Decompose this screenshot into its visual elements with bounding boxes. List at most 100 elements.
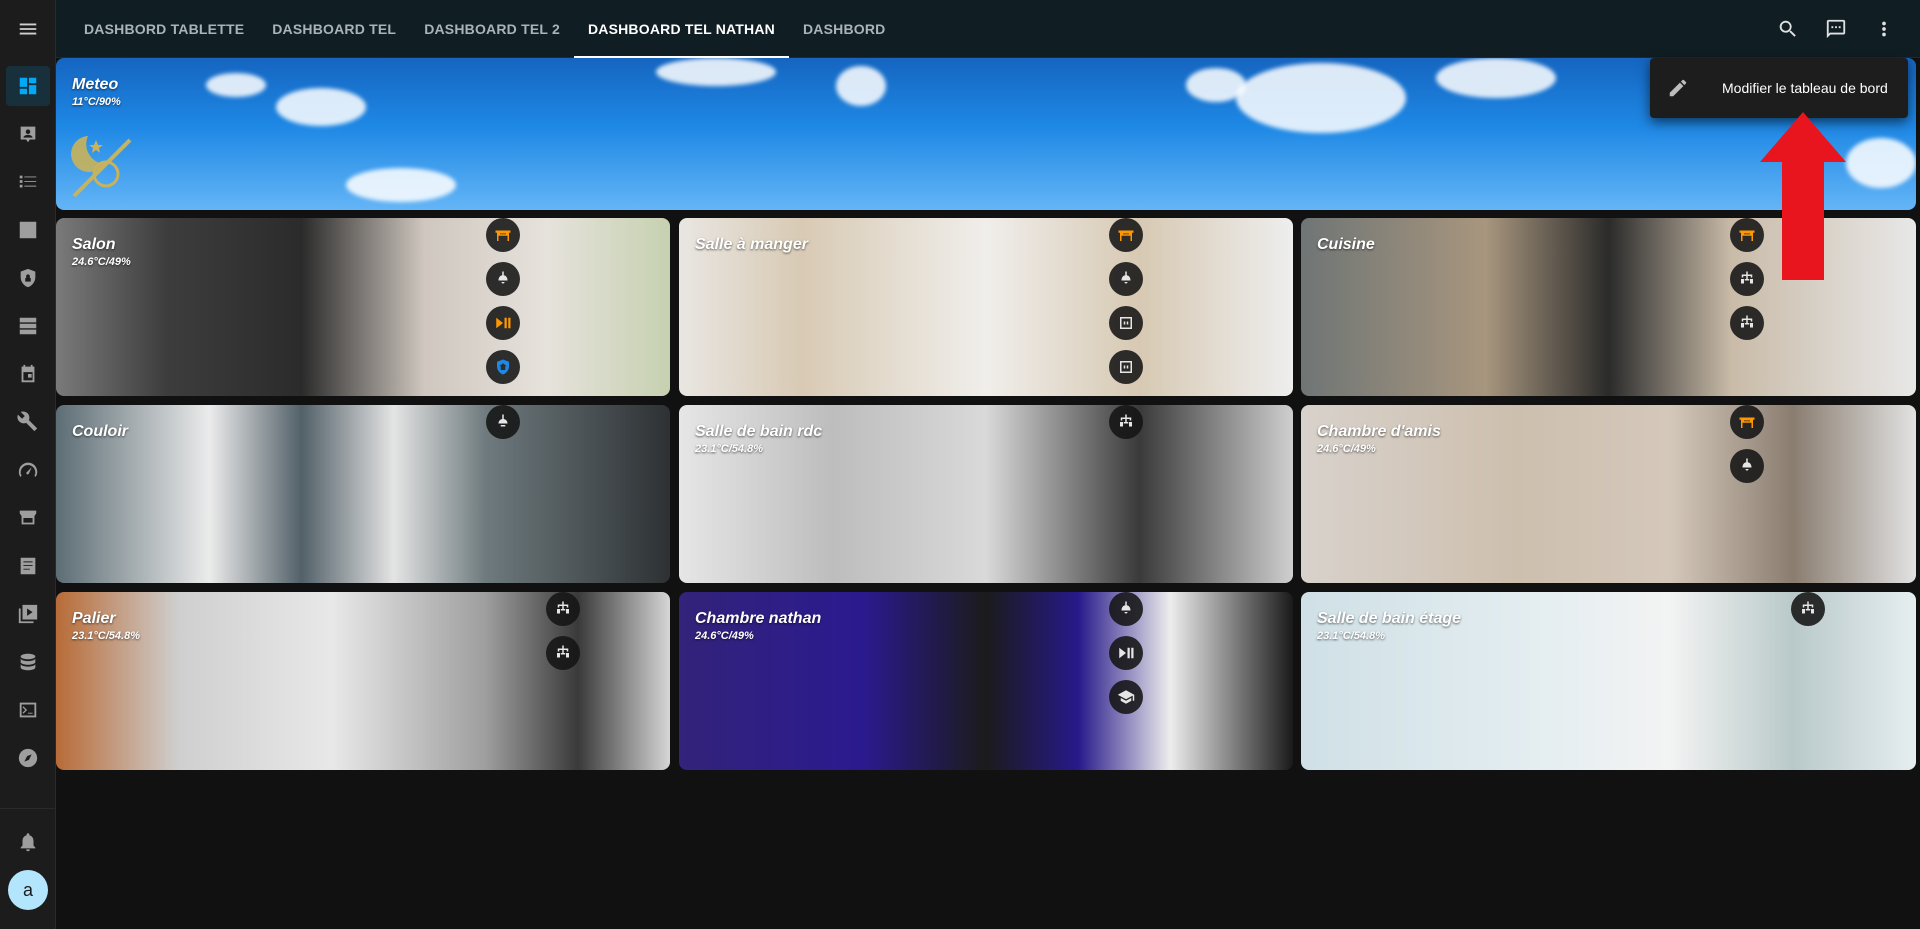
power-socket-icon <box>1120 317 1132 329</box>
chandelier-icon <box>557 601 569 614</box>
gauge-icon <box>18 462 38 477</box>
outlet-button[interactable] <box>1109 306 1143 340</box>
server-icon <box>19 317 37 335</box>
chandelier-icon <box>1741 271 1753 284</box>
tab-dashbord-tablette[interactable]: DASHBORD TABLETTE <box>70 0 258 58</box>
table-lamp-button[interactable] <box>1109 218 1143 252</box>
room-card-salle-de-bain-etage[interactable]: Salle de bain étage 23.1°C/54.8% <box>1301 592 1916 770</box>
room-card-palier[interactable]: Palier 23.1°C/54.8% <box>56 592 670 770</box>
calendar-icon <box>21 364 35 383</box>
history-icon <box>19 221 37 239</box>
edit-dashboard-label[interactable]: Modifier le tableau de bord <box>1706 80 1888 96</box>
ceiling-light-icon <box>1121 271 1131 284</box>
edit-dashboard-item[interactable] <box>1650 77 1706 99</box>
tab-dashboard-tel-2[interactable]: DASHBOARD TEL 2 <box>410 0 574 58</box>
table-lamp-button[interactable] <box>486 218 520 252</box>
media-play-pause-button[interactable] <box>1109 636 1143 670</box>
school-mode-button[interactable] <box>1109 680 1143 714</box>
play-pause-icon <box>1119 647 1134 659</box>
play-pause-icon <box>496 317 511 329</box>
card-title: Salon <box>72 236 116 253</box>
pencil-icon <box>1669 79 1687 97</box>
shield-icon <box>20 268 36 288</box>
chandelier-button[interactable] <box>1791 592 1825 626</box>
table-lamp-button[interactable] <box>1730 405 1764 439</box>
night-partly-cloudy-icon <box>71 136 132 198</box>
card-title: Chambre nathan <box>695 610 822 627</box>
card-title: Cuisine <box>1317 236 1375 253</box>
cloud <box>206 73 266 97</box>
cloud <box>1236 63 1406 133</box>
security-button[interactable] <box>486 350 520 384</box>
search-icon <box>1779 20 1796 37</box>
sidebar-item-developer-tools[interactable] <box>0 398 56 446</box>
card-title: Chambre d'amis <box>1317 423 1441 440</box>
sidebar-item-terminal[interactable] <box>0 686 56 734</box>
card-subtitle: 23.1°C/54.8% <box>695 443 763 455</box>
tab-dashboard-tel-nathan[interactable]: DASHBOARD TEL NATHAN <box>573 0 790 58</box>
notifications-button[interactable] <box>0 818 56 866</box>
sidebar-item-media[interactable] <box>0 590 56 638</box>
room-card-couloir[interactable]: Couloir <box>56 405 670 583</box>
sidebar-item-logs[interactable] <box>0 542 56 590</box>
tab-dashboard-tel[interactable]: DASHBOARD TEL <box>258 0 410 58</box>
card-title: Salle de bain étage <box>1317 610 1462 627</box>
card-subtitle: 24.6°C/49% <box>72 256 131 268</box>
meteo-card[interactable]: Meteo 11°C/90% <box>56 58 1916 210</box>
card-subtitle: 23.1°C/54.8% <box>72 630 140 642</box>
app-toolbar: DASHBORD TABLETTE DASHBOARD TEL DASHBOAR… <box>56 0 1920 58</box>
card-title: Couloir <box>72 423 128 440</box>
ceiling-light-button[interactable] <box>486 262 520 296</box>
wall-light-button[interactable] <box>486 405 520 439</box>
tab-dashbord[interactable]: DASHBORD <box>789 0 900 58</box>
ceiling-light-button[interactable] <box>1109 592 1143 626</box>
school-icon <box>1117 690 1135 704</box>
sidebar-item-hacs[interactable] <box>0 302 56 350</box>
ceiling-light-button[interactable] <box>1730 449 1764 483</box>
compass-icon <box>18 748 38 768</box>
more-vert-icon <box>1882 21 1886 37</box>
sidebar-item-energy[interactable] <box>0 446 56 494</box>
sidebar-item-map[interactable] <box>0 110 56 158</box>
search-button[interactable] <box>1764 5 1812 53</box>
media-play-pause-button[interactable] <box>486 306 520 340</box>
card-title: Salle de bain rdc <box>695 423 823 440</box>
sidebar-item-hacs-store[interactable] <box>0 494 56 542</box>
sidebar-divider <box>0 808 56 809</box>
sidebar-item-logbook[interactable] <box>0 158 56 206</box>
cloud <box>1436 58 1556 98</box>
sidebar-item-history[interactable] <box>0 206 56 254</box>
sidebar-item-compass[interactable] <box>0 734 56 782</box>
room-card-salle-a-manger[interactable]: Salle à manger <box>679 218 1293 396</box>
room-card-salle-de-bain-rdc[interactable]: Salle de bain rdc 23.1°C/54.8% <box>679 405 1293 583</box>
card-subtitle: 24.6°C/49% <box>695 630 754 642</box>
avatar[interactable]: a <box>8 870 48 910</box>
more-options-button[interactable] <box>1860 5 1908 53</box>
cloud <box>836 66 886 106</box>
chandelier-button[interactable] <box>1730 306 1764 340</box>
sidebar-item-calendar[interactable] <box>0 350 56 398</box>
cloud <box>346 168 456 202</box>
media-icon <box>18 604 38 624</box>
room-card-chambre-nathan[interactable]: Chambre nathan 24.6°C/49% <box>679 592 1293 770</box>
room-card-chambre-d-amis[interactable]: Chambre d'amis 24.6°C/49% <box>1301 405 1916 583</box>
sidebar-item-security[interactable] <box>0 254 56 302</box>
assist-icon <box>1826 19 1846 39</box>
ceiling-light-button[interactable] <box>1109 262 1143 296</box>
cloud <box>656 58 776 86</box>
chandelier-button[interactable] <box>1109 405 1143 439</box>
card-title: Palier <box>72 610 116 627</box>
desk-icon <box>1739 417 1755 428</box>
outlet-button[interactable] <box>1109 350 1143 384</box>
chandelier-icon <box>1120 414 1132 427</box>
chandelier-button[interactable] <box>546 636 580 670</box>
menu-icon[interactable] <box>0 0 56 58</box>
card-subtitle: 23.1°C/54.8% <box>1317 630 1385 642</box>
desk-icon <box>1118 230 1134 241</box>
chandelier-button[interactable] <box>546 592 580 626</box>
dashboard-view: Meteo 11°C/90% Salon 24.6°C/49% Salle à … <box>56 58 1920 929</box>
room-card-salon[interactable]: Salon 24.6°C/49% <box>56 218 670 396</box>
assist-button[interactable] <box>1812 5 1860 53</box>
sidebar-item-database[interactable] <box>0 638 56 686</box>
sidebar-item-dashboard[interactable] <box>0 62 56 110</box>
